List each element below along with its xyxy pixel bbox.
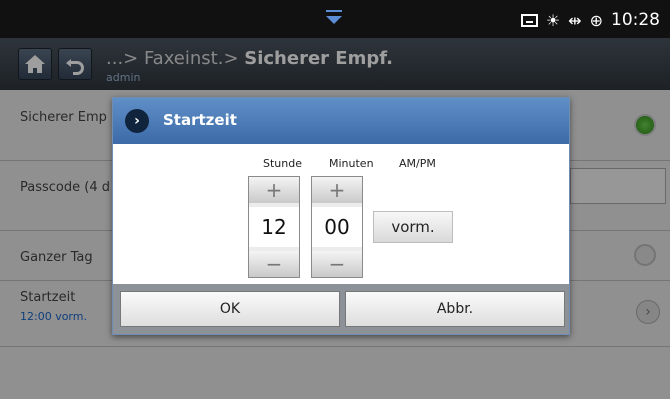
usb-icon: ⇹ xyxy=(568,10,582,30)
minute-column-label: Minuten xyxy=(329,157,374,170)
minute-value[interactable]: 00 xyxy=(312,207,362,247)
status-time: 10:28 xyxy=(611,10,660,30)
start-time-dialog: › Startzeit Stunde Minuten AM/PM + 12 − … xyxy=(112,97,570,335)
brightness-icon: ☀ xyxy=(545,10,561,30)
minute-decrement-button[interactable]: − xyxy=(312,251,362,277)
dialog-footer: OK Abbr. xyxy=(113,284,569,334)
hour-spinner: + 12 − xyxy=(248,176,300,278)
hour-decrement-button[interactable]: − xyxy=(249,251,299,277)
ampm-column-label: AM/PM xyxy=(399,157,436,170)
hour-column-label: Stunde xyxy=(263,157,302,170)
dialog-title-bar: › Startzeit xyxy=(113,98,569,144)
status-icons: ☀ ⇹ ⊕ 10:28 xyxy=(520,9,660,31)
minute-increment-button[interactable]: + xyxy=(312,177,362,203)
cancel-button[interactable]: Abbr. xyxy=(345,291,565,327)
status-bar: ☀ ⇹ ⊕ 10:28 xyxy=(0,0,670,38)
ok-button[interactable]: OK xyxy=(120,291,340,327)
ampm-toggle-button[interactable]: vorm. xyxy=(373,211,453,243)
globe-icon: ⊕ xyxy=(589,10,603,30)
minute-spinner: + 00 − xyxy=(311,176,363,278)
chevron-right-icon: › xyxy=(125,109,149,133)
hour-value[interactable]: 12 xyxy=(249,207,299,247)
notification-pulldown-icon[interactable] xyxy=(326,10,342,24)
hour-increment-button[interactable]: + xyxy=(249,177,299,203)
dialog-title: Startzeit xyxy=(163,111,237,129)
tray-icon xyxy=(520,13,538,27)
